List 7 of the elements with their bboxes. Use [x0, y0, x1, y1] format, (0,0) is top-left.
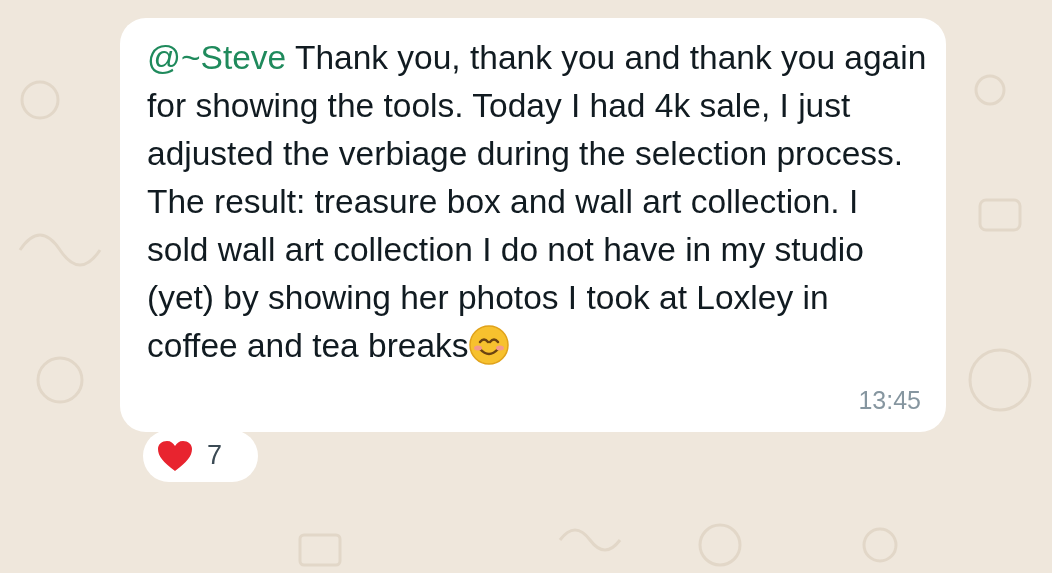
message-text: @~Steve Thank you, thank you and thank you again for showing the tools. Today I had 4k sale, I just adjusted the verbiage during the selection process. The result: treasure box and wall art collection. I sold wall art collection I do not have in my studio (yet) by showing her photos I took at Loxley in coffee and tea breaks [147, 38, 927, 367]
reaction-count: 7 [207, 439, 223, 473]
heart-icon [157, 439, 193, 472]
smiling-face-icon [468, 325, 509, 365]
reaction-pill[interactable]: 7 [143, 429, 258, 482]
message-time: 13:45 [858, 385, 921, 416]
mention-link[interactable]: @~Steve [147, 39, 287, 76]
